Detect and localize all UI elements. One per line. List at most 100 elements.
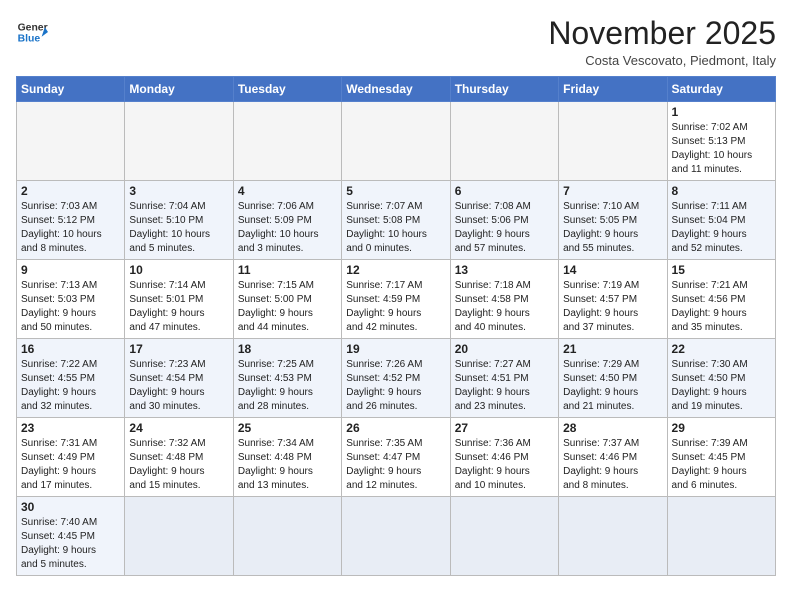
day-info: Sunrise: 7:10 AM Sunset: 5:05 PM Dayligh… bbox=[563, 200, 662, 256]
calendar-cell: 10 Sunrise: 7:14 AM Sunset: 5:01 PM Dayli… bbox=[125, 260, 233, 339]
day-number: 30 bbox=[21, 500, 120, 514]
calendar-cell: 27 Sunrise: 7:36 AM Sunset: 4:46 PM Dayli… bbox=[450, 418, 558, 497]
day-number: 25 bbox=[238, 421, 337, 435]
calendar-cell: 17 Sunrise: 7:23 AM Sunset: 4:54 PM Dayli… bbox=[125, 339, 233, 418]
calendar-cell: 11 Sunrise: 7:15 AM Sunset: 5:00 PM Dayli… bbox=[233, 260, 341, 339]
day-number: 1 bbox=[672, 105, 771, 119]
calendar-cell: 29 Sunrise: 7:39 AM Sunset: 4:45 PM Dayli… bbox=[667, 418, 775, 497]
day-info: Sunrise: 7:02 AM Sunset: 5:13 PM Dayligh… bbox=[672, 121, 771, 177]
day-number: 8 bbox=[672, 184, 771, 198]
day-info: Sunrise: 7:22 AM Sunset: 4:55 PM Dayligh… bbox=[21, 358, 120, 414]
day-number: 2 bbox=[21, 184, 120, 198]
header-sunday: Sunday bbox=[17, 77, 125, 102]
logo: General Blue bbox=[16, 16, 48, 48]
day-info: Sunrise: 7:18 AM Sunset: 4:58 PM Dayligh… bbox=[455, 279, 554, 335]
calendar-cell: 23 Sunrise: 7:31 AM Sunset: 4:49 PM Dayli… bbox=[17, 418, 125, 497]
header: General Blue November 2025 Costa Vescova… bbox=[16, 16, 776, 68]
day-info: Sunrise: 7:39 AM Sunset: 4:45 PM Dayligh… bbox=[672, 437, 771, 493]
svg-text:Blue: Blue bbox=[18, 34, 41, 45]
day-info: Sunrise: 7:11 AM Sunset: 5:04 PM Dayligh… bbox=[672, 200, 771, 256]
day-info: Sunrise: 7:26 AM Sunset: 4:52 PM Dayligh… bbox=[346, 358, 445, 414]
calendar-cell bbox=[342, 497, 450, 576]
day-info: Sunrise: 7:40 AM Sunset: 4:45 PM Dayligh… bbox=[21, 516, 120, 572]
day-number: 14 bbox=[563, 263, 662, 277]
day-info: Sunrise: 7:07 AM Sunset: 5:08 PM Dayligh… bbox=[346, 200, 445, 256]
calendar-week-row-0: 1 Sunrise: 7:02 AM Sunset: 5:13 PM Daylig… bbox=[17, 102, 776, 181]
calendar-week-row-2: 9Sunrise: 7:13 AM Sunset: 5:03 PM Daylig… bbox=[17, 260, 776, 339]
day-info: Sunrise: 7:03 AM Sunset: 5:12 PM Dayligh… bbox=[21, 200, 120, 256]
day-info: Sunrise: 7:35 AM Sunset: 4:47 PM Dayligh… bbox=[346, 437, 445, 493]
calendar-cell bbox=[559, 497, 667, 576]
day-info: Sunrise: 7:34 AM Sunset: 4:48 PM Dayligh… bbox=[238, 437, 337, 493]
calendar-cell: 8 Sunrise: 7:11 AM Sunset: 5:04 PM Daylig… bbox=[667, 181, 775, 260]
day-number: 22 bbox=[672, 342, 771, 356]
calendar-cell bbox=[450, 497, 558, 576]
calendar-cell: 2 Sunrise: 7:03 AM Sunset: 5:12 PM Daylig… bbox=[17, 181, 125, 260]
day-info: Sunrise: 7:36 AM Sunset: 4:46 PM Dayligh… bbox=[455, 437, 554, 493]
day-number: 27 bbox=[455, 421, 554, 435]
day-number: 23 bbox=[21, 421, 120, 435]
day-info: Sunrise: 7:31 AM Sunset: 4:49 PM Dayligh… bbox=[21, 437, 120, 493]
calendar-week-row-5: 30 Sunrise: 7:40 AM Sunset: 4:45 PM Dayli… bbox=[17, 497, 776, 576]
day-info: Sunrise: 7:08 AM Sunset: 5:06 PM Dayligh… bbox=[455, 200, 554, 256]
month-title: November 2025 bbox=[548, 16, 776, 51]
calendar-cell: 30 Sunrise: 7:40 AM Sunset: 4:45 PM Dayli… bbox=[17, 497, 125, 576]
calendar-cell: 26 Sunrise: 7:35 AM Sunset: 4:47 PM Dayli… bbox=[342, 418, 450, 497]
day-number: 11 bbox=[238, 263, 337, 277]
day-info: Sunrise: 7:29 AM Sunset: 4:50 PM Dayligh… bbox=[563, 358, 662, 414]
calendar-cell bbox=[450, 102, 558, 181]
calendar-cell: 15Sunrise: 7:21 AM Sunset: 4:56 PM Dayli… bbox=[667, 260, 775, 339]
calendar-cell bbox=[17, 102, 125, 181]
calendar-cell: 25 Sunrise: 7:34 AM Sunset: 4:48 PM Dayli… bbox=[233, 418, 341, 497]
calendar-cell: 20 Sunrise: 7:27 AM Sunset: 4:51 PM Dayli… bbox=[450, 339, 558, 418]
day-number: 26 bbox=[346, 421, 445, 435]
day-number: 13 bbox=[455, 263, 554, 277]
calendar-cell: 13 Sunrise: 7:18 AM Sunset: 4:58 PM Dayli… bbox=[450, 260, 558, 339]
calendar-cell: 16Sunrise: 7:22 AM Sunset: 4:55 PM Dayli… bbox=[17, 339, 125, 418]
day-number: 18 bbox=[238, 342, 337, 356]
day-number: 12 bbox=[346, 263, 445, 277]
calendar-cell: 14Sunrise: 7:19 AM Sunset: 4:57 PM Dayli… bbox=[559, 260, 667, 339]
calendar-cell: 19 Sunrise: 7:26 AM Sunset: 4:52 PM Dayli… bbox=[342, 339, 450, 418]
calendar-cell: 5Sunrise: 7:07 AM Sunset: 5:08 PM Daylig… bbox=[342, 181, 450, 260]
header-tuesday: Tuesday bbox=[233, 77, 341, 102]
calendar-cell: 9Sunrise: 7:13 AM Sunset: 5:03 PM Daylig… bbox=[17, 260, 125, 339]
calendar-cell bbox=[342, 102, 450, 181]
day-info: Sunrise: 7:04 AM Sunset: 5:10 PM Dayligh… bbox=[129, 200, 228, 256]
calendar-cell bbox=[559, 102, 667, 181]
day-info: Sunrise: 7:14 AM Sunset: 5:01 PM Dayligh… bbox=[129, 279, 228, 335]
header-friday: Friday bbox=[559, 77, 667, 102]
day-number: 21 bbox=[563, 342, 662, 356]
day-number: 28 bbox=[563, 421, 662, 435]
calendar-cell: 18Sunrise: 7:25 AM Sunset: 4:53 PM Dayli… bbox=[233, 339, 341, 418]
day-info: Sunrise: 7:06 AM Sunset: 5:09 PM Dayligh… bbox=[238, 200, 337, 256]
calendar-cell bbox=[125, 102, 233, 181]
day-info: Sunrise: 7:23 AM Sunset: 4:54 PM Dayligh… bbox=[129, 358, 228, 414]
day-info: Sunrise: 7:37 AM Sunset: 4:46 PM Dayligh… bbox=[563, 437, 662, 493]
day-number: 3 bbox=[129, 184, 228, 198]
day-number: 17 bbox=[129, 342, 228, 356]
day-number: 7 bbox=[563, 184, 662, 198]
calendar-cell: 6Sunrise: 7:08 AM Sunset: 5:06 PM Daylig… bbox=[450, 181, 558, 260]
day-info: Sunrise: 7:15 AM Sunset: 5:00 PM Dayligh… bbox=[238, 279, 337, 335]
calendar-cell bbox=[233, 102, 341, 181]
calendar-cell: 12Sunrise: 7:17 AM Sunset: 4:59 PM Dayli… bbox=[342, 260, 450, 339]
calendar-cell: 21 Sunrise: 7:29 AM Sunset: 4:50 PM Dayli… bbox=[559, 339, 667, 418]
day-number: 4 bbox=[238, 184, 337, 198]
header-thursday: Thursday bbox=[450, 77, 558, 102]
day-number: 20 bbox=[455, 342, 554, 356]
calendar-cell: 4 Sunrise: 7:06 AM Sunset: 5:09 PM Daylig… bbox=[233, 181, 341, 260]
location-subtitle: Costa Vescovato, Piedmont, Italy bbox=[548, 53, 776, 68]
calendar-cell: 24Sunrise: 7:32 AM Sunset: 4:48 PM Dayli… bbox=[125, 418, 233, 497]
calendar-cell: 3 Sunrise: 7:04 AM Sunset: 5:10 PM Daylig… bbox=[125, 181, 233, 260]
day-info: Sunrise: 7:13 AM Sunset: 5:03 PM Dayligh… bbox=[21, 279, 120, 335]
calendar-cell bbox=[125, 497, 233, 576]
day-number: 10 bbox=[129, 263, 228, 277]
header-saturday: Saturday bbox=[667, 77, 775, 102]
calendar-cell: 7 Sunrise: 7:10 AM Sunset: 5:05 PM Daylig… bbox=[559, 181, 667, 260]
calendar-week-row-4: 23 Sunrise: 7:31 AM Sunset: 4:49 PM Dayli… bbox=[17, 418, 776, 497]
day-info: Sunrise: 7:27 AM Sunset: 4:51 PM Dayligh… bbox=[455, 358, 554, 414]
day-number: 29 bbox=[672, 421, 771, 435]
day-number: 19 bbox=[346, 342, 445, 356]
day-info: Sunrise: 7:32 AM Sunset: 4:48 PM Dayligh… bbox=[129, 437, 228, 493]
